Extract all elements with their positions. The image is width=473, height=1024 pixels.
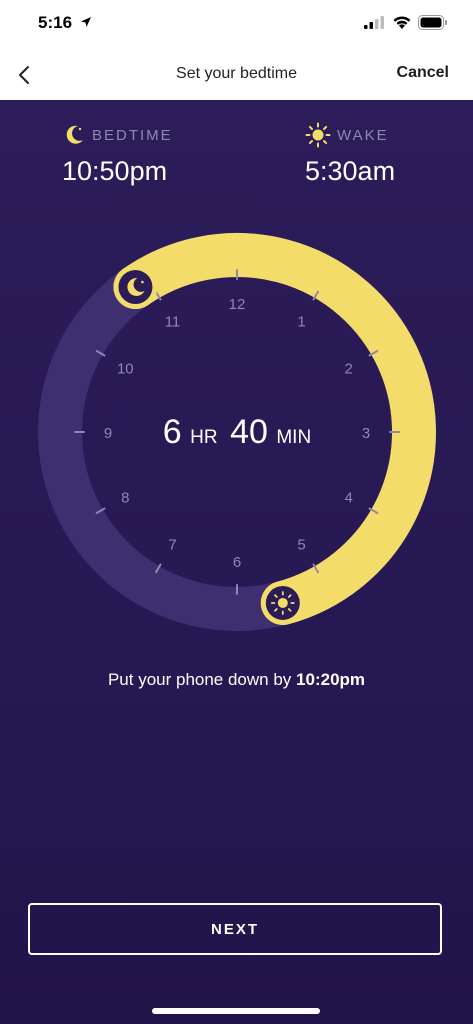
home-indicator — [152, 1008, 320, 1014]
duration-hr-unit: HR — [190, 427, 217, 448]
nav-bar: Set your bedtime Cancel — [0, 50, 473, 100]
dial-number: 6 — [233, 554, 241, 571]
status-bar: 5:16 — [0, 0, 473, 50]
duration-minutes: 40 — [230, 413, 268, 451]
dial-number: 7 — [168, 537, 176, 554]
dial-number: 4 — [345, 490, 353, 507]
status-time: 5:16 — [38, 13, 73, 32]
sleep-dial[interactable]: 121234567891011 6 HR 40 MIN — [0, 100, 473, 660]
dial-number: 10 — [117, 361, 134, 378]
duration-hours: 6 — [163, 413, 182, 451]
duration-readout: 6 HR 40 MIN — [163, 413, 311, 451]
dial-number: 2 — [345, 361, 353, 378]
dial-number: 5 — [297, 537, 305, 554]
battery-icon — [418, 15, 447, 30]
dial-number: 1 — [297, 313, 305, 330]
dial-number: 8 — [121, 490, 129, 507]
phone-down-message: Put your phone down by 10:20pm — [0, 670, 473, 690]
sun-icon — [270, 591, 295, 615]
dial-number: 12 — [229, 296, 246, 313]
cancel-button[interactable]: Cancel — [397, 64, 449, 82]
duration-min-unit: MIN — [276, 427, 311, 448]
dial-number: 9 — [104, 425, 112, 442]
location-arrow-icon — [81, 17, 91, 27]
wake-handle[interactable] — [260, 580, 305, 625]
bedtime-handle[interactable] — [113, 265, 158, 310]
bedtime-panel: BEDTIME 10:50pm WAKE 5:30am 12 1 2 3 4 5… — [0, 100, 473, 1024]
phone-down-time: 10:20pm — [296, 670, 366, 689]
phone-down-prefix: Put your phone down by — [107, 670, 292, 689]
cellular-signal-icon — [364, 16, 384, 29]
dial-number: 11 — [165, 313, 181, 330]
wifi-icon — [393, 16, 411, 29]
next-button[interactable]: NEXT — [28, 903, 442, 955]
dial-number: 3 — [362, 425, 370, 442]
